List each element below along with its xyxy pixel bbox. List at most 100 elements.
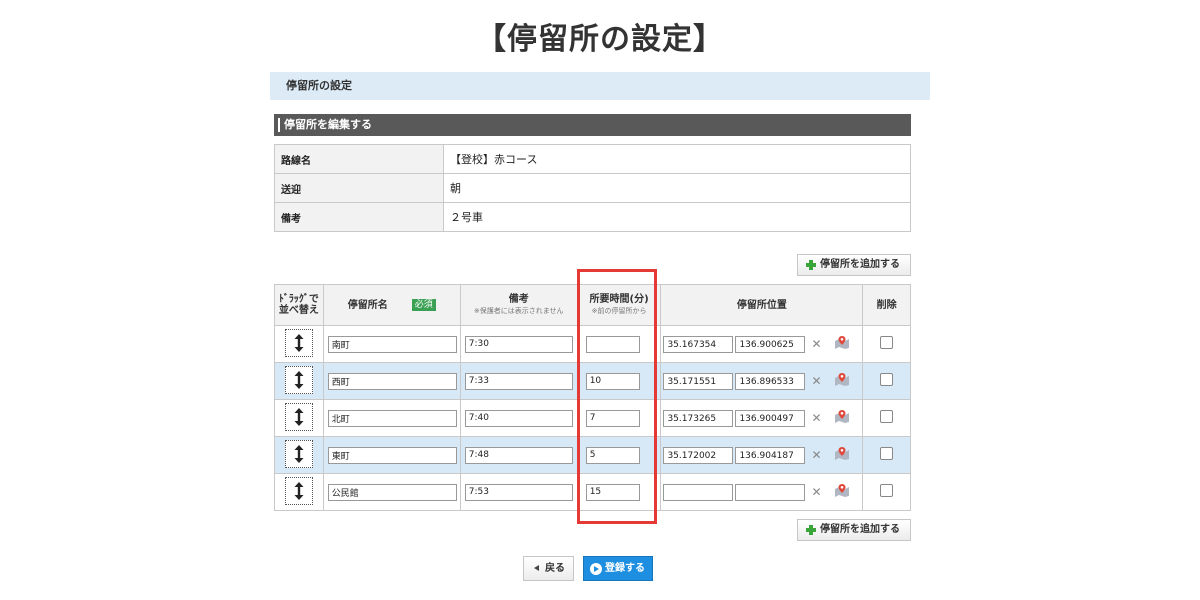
stop-longitude-input[interactable]	[735, 373, 806, 390]
stop-name-input[interactable]	[327, 446, 457, 464]
stop-time-input[interactable]	[585, 335, 640, 353]
vertical-arrow-icon	[294, 407, 304, 426]
stop-position-cell: ✕	[660, 399, 864, 437]
header-delete: 削除	[862, 284, 911, 326]
stop-delete-cell	[862, 362, 911, 400]
drag-cell	[274, 362, 324, 400]
back-label: 戻る	[545, 563, 565, 574]
stop-longitude-input[interactable]	[735, 484, 806, 501]
clear-position-icon[interactable]: ✕	[811, 337, 821, 351]
stop-row: ✕	[274, 473, 911, 511]
stop-row: ✕	[274, 436, 911, 474]
stop-name-cell	[322, 436, 461, 474]
stop-time-input[interactable]	[585, 446, 640, 464]
register-button[interactable]: 登録する	[583, 556, 653, 581]
stop-longitude-input[interactable]	[735, 447, 806, 464]
plus-icon	[806, 260, 816, 270]
header-position: 停留所位置	[660, 284, 864, 326]
stop-delete-cell	[862, 325, 911, 363]
map-pin-icon[interactable]	[834, 372, 850, 389]
stops-header-row: ﾄﾞﾗｯｸﾞで 並べ替え 停留所名 必須 備考 ※保護者には表示されません 所要時…	[274, 284, 911, 326]
info-label: 送迎	[274, 173, 444, 203]
header-remark: 備考 ※保護者には表示されません	[459, 284, 578, 326]
stop-latitude-input[interactable]	[663, 484, 734, 501]
stop-latitude-input[interactable]	[663, 373, 734, 390]
header-time-note: ※前の停留所から	[591, 306, 647, 315]
map-pin-icon[interactable]	[834, 409, 850, 426]
stop-longitude-input[interactable]	[735, 410, 806, 427]
stop-remark-cell	[459, 436, 578, 474]
header-delete-label: 削除	[876, 299, 897, 311]
stop-time-input[interactable]	[585, 409, 640, 427]
stop-time-input[interactable]	[585, 372, 640, 390]
header-stop-name: 停留所名 必須	[322, 284, 461, 326]
delete-checkbox[interactable]	[880, 373, 894, 386]
section-title: 停留所の設定	[286, 79, 352, 92]
stop-name-input[interactable]	[327, 483, 457, 501]
stop-name-input[interactable]	[327, 335, 457, 353]
stop-name-cell	[322, 473, 461, 511]
info-value: 朝	[443, 173, 911, 203]
header-position-label: 停留所位置	[736, 299, 787, 311]
stop-remark-input[interactable]	[464, 483, 573, 501]
stop-latitude-input[interactable]	[663, 410, 734, 427]
stop-time-cell	[576, 436, 662, 474]
header-time: 所要時間(分) ※前の停留所から	[576, 284, 662, 326]
back-button[interactable]: 戻る	[523, 556, 574, 581]
stop-time-cell	[576, 325, 662, 363]
stop-time-cell	[576, 473, 662, 511]
vertical-arrow-icon	[294, 444, 304, 463]
stop-name-cell	[322, 362, 461, 400]
stop-time-cell	[576, 362, 662, 400]
map-pin-icon[interactable]	[834, 483, 850, 500]
register-label: 登録する	[605, 563, 645, 574]
drag-cell	[274, 399, 324, 437]
clear-position-icon[interactable]: ✕	[811, 411, 821, 425]
drag-cell	[274, 325, 324, 363]
clear-position-icon[interactable]: ✕	[811, 448, 821, 462]
stop-position-cell: ✕	[660, 325, 864, 363]
info-row-transfer: 送迎 朝	[274, 173, 911, 203]
stop-name-cell	[322, 325, 461, 363]
delete-checkbox[interactable]	[880, 447, 894, 460]
page-title: 【停留所の設定】	[476, 22, 724, 57]
stop-remark-input[interactable]	[464, 409, 573, 427]
drag-handle[interactable]	[284, 328, 313, 357]
stop-longitude-input[interactable]	[735, 336, 806, 353]
stop-remark-input[interactable]	[464, 372, 573, 390]
header-drag: ﾄﾞﾗｯｸﾞで 並べ替え	[274, 284, 324, 326]
delete-checkbox[interactable]	[880, 410, 894, 423]
stop-time-cell	[576, 399, 662, 437]
stop-name-input[interactable]	[327, 372, 457, 390]
drag-handle[interactable]	[284, 365, 313, 394]
add-stop-button-bottom[interactable]: 停留所を追加する	[797, 519, 911, 541]
map-pin-icon[interactable]	[834, 446, 850, 463]
stop-delete-cell	[862, 473, 911, 511]
stops-table: ﾄﾞﾗｯｸﾞで 並べ替え 停留所名 必須 備考 ※保護者には表示されません 所要時…	[274, 284, 911, 511]
drag-handle[interactable]	[284, 402, 313, 431]
drag-handle[interactable]	[284, 476, 313, 505]
info-row-remark: 備考 ２号車	[274, 202, 911, 232]
stop-remark-input[interactable]	[464, 335, 573, 353]
header-time-label: 所要時間(分)	[589, 293, 649, 305]
clear-position-icon[interactable]: ✕	[811, 374, 821, 388]
stop-time-input[interactable]	[585, 483, 640, 501]
stop-name-cell	[322, 399, 461, 437]
drag-handle[interactable]	[284, 439, 313, 468]
stop-name-input[interactable]	[327, 409, 457, 427]
clear-position-icon[interactable]: ✕	[811, 485, 821, 499]
map-pin-icon[interactable]	[834, 335, 850, 352]
info-label: 路線名	[274, 144, 444, 174]
stop-latitude-input[interactable]	[663, 447, 734, 464]
stop-remark-input[interactable]	[464, 446, 573, 464]
header-remark-label: 備考	[508, 293, 529, 305]
info-value: 【登校】赤コース	[443, 144, 911, 174]
info-value: ２号車	[443, 202, 911, 232]
stop-latitude-input[interactable]	[663, 336, 734, 353]
stop-remark-cell	[459, 325, 578, 363]
delete-checkbox[interactable]	[880, 484, 894, 497]
stop-position-cell: ✕	[660, 473, 864, 511]
add-stop-button-top[interactable]: 停留所を追加する	[797, 254, 911, 276]
stop-row: ✕	[274, 362, 911, 400]
delete-checkbox[interactable]	[880, 336, 894, 349]
